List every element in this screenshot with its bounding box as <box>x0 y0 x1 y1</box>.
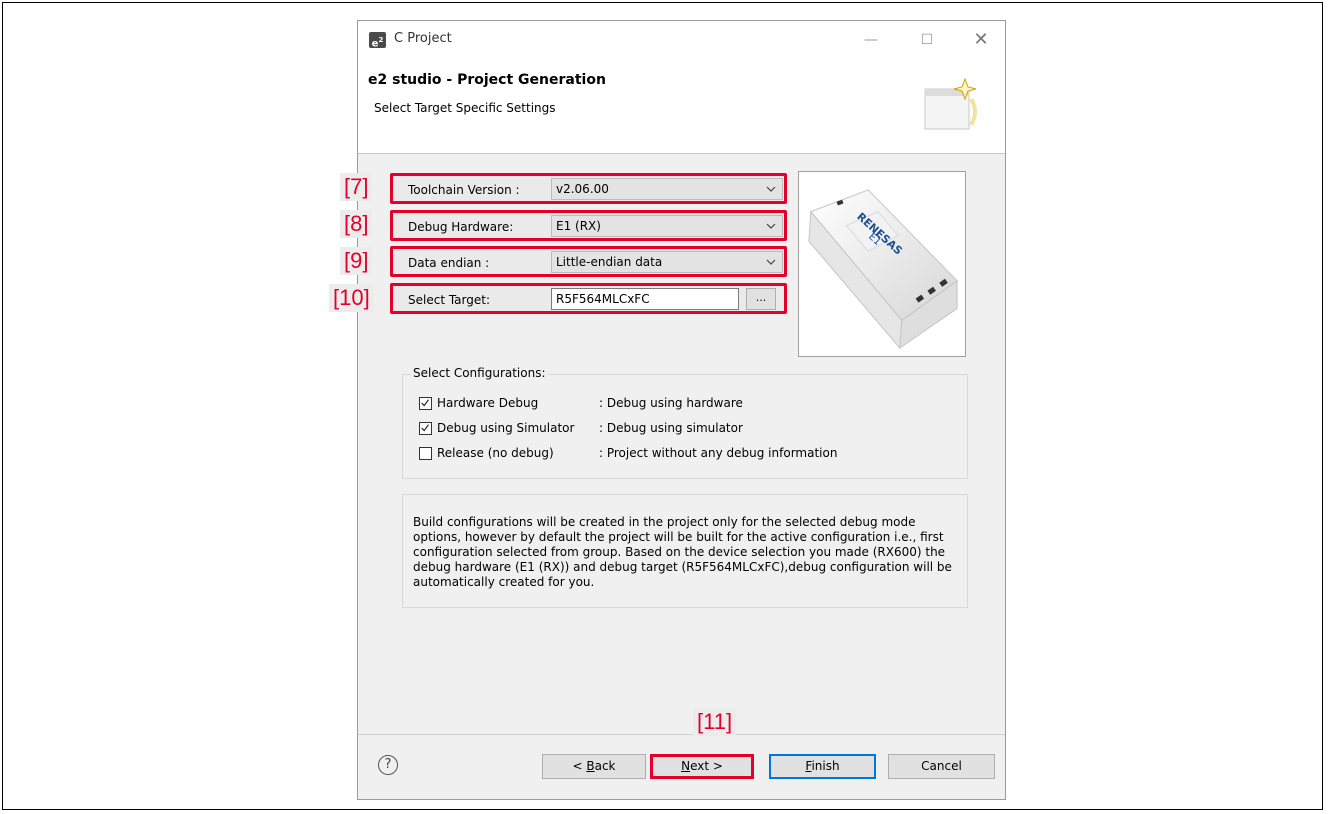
data-endian-select[interactable]: Little-endian data <box>551 251 783 273</box>
select-target-input[interactable]: R5F564MLCxFC <box>551 288 739 310</box>
checkbox-checked[interactable] <box>419 422 432 435</box>
select-target-value: R5F564MLCxFC <box>556 292 650 306</box>
debug-hardware-label: Debug Hardware: <box>408 220 514 234</box>
data-endian-row: Data endian : Little-endian data <box>390 246 787 277</box>
callout-9: [9] <box>340 247 373 275</box>
footer-separator <box>358 734 1005 735</box>
browse-target-button[interactable]: ... <box>746 288 776 310</box>
checkbox-checked[interactable] <box>419 397 432 410</box>
config-description: : Project without any debug information <box>599 446 838 460</box>
data-endian-label: Data endian : <box>408 256 490 270</box>
e2-studio-app-icon: e2 <box>369 32 386 49</box>
e1-emulator-illustration: RENESAS E1 <box>808 189 958 350</box>
finish-label-rest: inish <box>811 759 840 773</box>
callout-7: [7] <box>340 173 373 201</box>
checkmark-icon <box>421 399 429 407</box>
chevron-down-icon <box>766 186 776 192</box>
window-title: C Project <box>394 31 452 46</box>
config-description: : Debug using simulator <box>599 421 743 435</box>
debug-hardware-value: E1 (RX) <box>556 219 601 233</box>
chevron-down-icon <box>766 223 776 229</box>
callout-11: [11] <box>693 708 737 736</box>
wizard-banner-icon <box>924 77 977 130</box>
config-name: Release (no debug) <box>437 446 554 460</box>
cancel-button[interactable]: Cancel <box>888 754 995 779</box>
page-subtitle: Select Target Specific Settings <box>374 101 556 115</box>
back-prefix: < <box>572 759 587 773</box>
next-label-rest: ext > <box>690 759 723 773</box>
close-button[interactable]: ✕ <box>958 25 1004 55</box>
select-target-label: Select Target: <box>408 293 491 307</box>
next-mnemonic: N <box>681 759 691 773</box>
toolchain-version-value: v2.06.00 <box>556 182 609 196</box>
c-project-dialog: e2 C Project — ☐ ✕ e2 studio - Project G… <box>357 20 1006 800</box>
debug-hardware-select[interactable]: E1 (RX) <box>551 215 783 237</box>
toolchain-version-row: Toolchain Version : v2.06.00 <box>390 173 787 204</box>
config-name: Hardware Debug <box>437 396 539 410</box>
callout-10: [10] <box>329 284 374 312</box>
chevron-down-icon <box>766 259 776 265</box>
checkmark-icon <box>421 424 429 432</box>
back-button[interactable]: < Back <box>542 754 646 779</box>
back-label-rest: ack <box>594 759 616 773</box>
toolchain-version-label: Toolchain Version : <box>408 183 520 197</box>
config-name: Debug using Simulator <box>437 421 575 435</box>
wizard-header: e2 studio - Project Generation Select Ta… <box>358 59 1005 154</box>
finish-button[interactable]: Finish <box>769 754 876 779</box>
page-title: e2 studio - Project Generation <box>368 72 606 88</box>
help-icon[interactable]: ? <box>378 755 398 775</box>
select-configurations-title: Select Configurations: <box>411 366 548 380</box>
config-description: : Debug using hardware <box>599 396 743 410</box>
select-target-row: Select Target: R5F564MLCxFC ... <box>390 283 787 314</box>
callout-8: [8] <box>340 210 373 238</box>
debug-hardware-row: Debug Hardware: E1 (RX) <box>390 210 787 241</box>
info-panel: Build configurations will be created in … <box>402 494 968 608</box>
minimize-button[interactable]: — <box>848 25 894 55</box>
checkbox-unchecked[interactable] <box>419 447 432 460</box>
select-configurations-group: Select Configurations: Hardware Debug : … <box>402 366 968 479</box>
maximize-button[interactable]: ☐ <box>904 25 950 55</box>
data-endian-value: Little-endian data <box>556 255 663 269</box>
toolchain-version-select[interactable]: v2.06.00 <box>551 178 783 200</box>
next-button[interactable]: Next > <box>650 754 754 779</box>
back-mnemonic: B <box>586 759 595 773</box>
e1-emulator-image: RENESAS E1 <box>798 171 966 357</box>
info-text: Build configurations will be created in … <box>413 515 952 589</box>
title-bar: e2 C Project — ☐ ✕ <box>358 21 1005 59</box>
